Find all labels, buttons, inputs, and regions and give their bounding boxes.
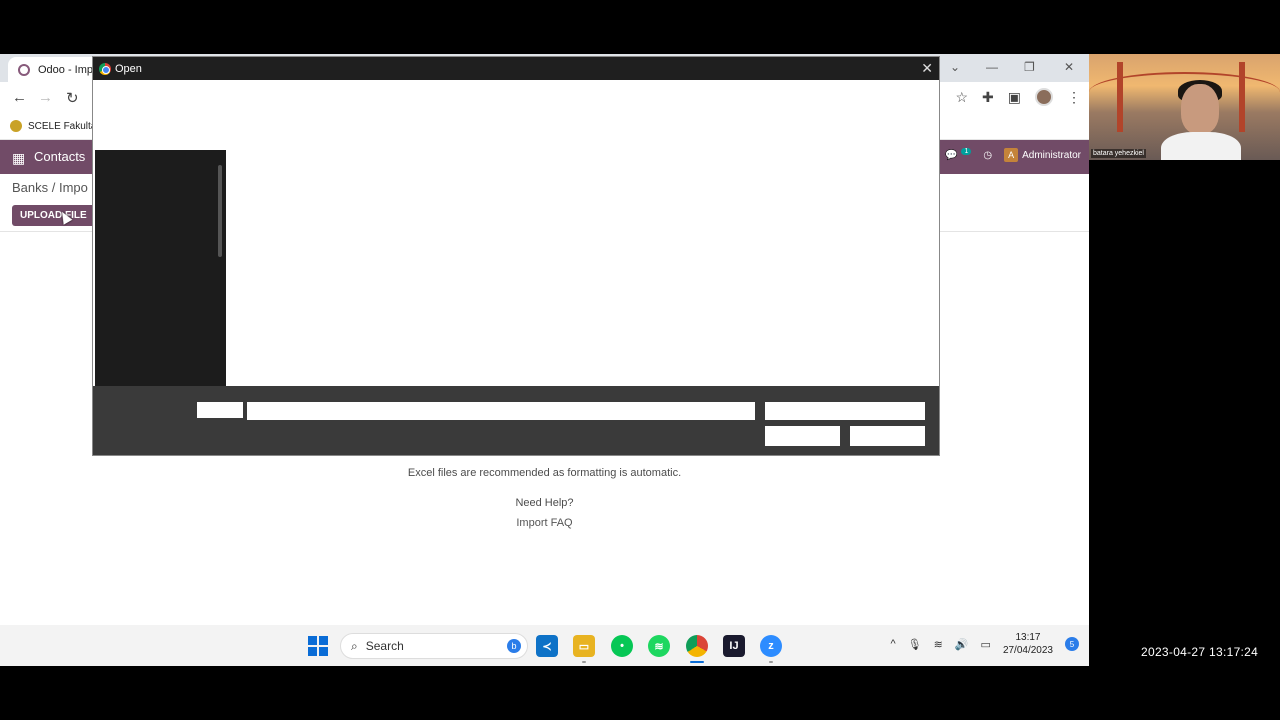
- breadcrumb: Banks / Impo: [12, 180, 88, 195]
- file-name-input[interactable]: [247, 402, 755, 420]
- start-button[interactable]: [307, 635, 329, 657]
- chrome-icon: [99, 62, 111, 75]
- chat-badge: 1: [961, 147, 972, 155]
- wifi-icon[interactable]: ≋: [934, 638, 943, 651]
- need-help-text: Need Help?: [515, 497, 574, 509]
- search-icon: ⌕: [351, 638, 358, 653]
- extensions-icon[interactable]: ✚: [982, 89, 994, 106]
- zoom-icon[interactable]: z: [760, 635, 782, 657]
- volume-icon[interactable]: 🔊: [955, 638, 969, 651]
- navbar-right: 💬 1 ◷ A Administrator: [945, 147, 1081, 162]
- profile-avatar[interactable]: [1035, 88, 1053, 106]
- windows-taskbar: ⌕ Search b ≺ ▭ • ≋ IJ z ^ 🎙 ≋ 🔊 ▭ 13:17 …: [0, 625, 1089, 666]
- side-panel-icon[interactable]: ▣: [1008, 89, 1021, 106]
- dialog-footer: [93, 386, 939, 455]
- minimize-icon[interactable]: —: [986, 60, 998, 74]
- clock-date: 27/04/2023: [1002, 645, 1053, 656]
- forward-arrow-icon[interactable]: →: [38, 89, 53, 106]
- reload-icon[interactable]: ↻: [66, 89, 79, 107]
- vscode-icon[interactable]: ≺: [536, 635, 558, 657]
- windows-logo-icon: [308, 636, 328, 656]
- bing-icon[interactable]: b: [507, 639, 521, 653]
- open-file-dialog: Open ✕: [92, 56, 940, 456]
- spotify-icon[interactable]: ≋: [648, 635, 670, 657]
- file-type-select[interactable]: [765, 402, 925, 420]
- cancel-button[interactable]: [850, 426, 925, 446]
- system-tray: ^ 🎙 ≋ 🔊 ▭ 13:17 27/04/2023 5: [890, 631, 1079, 657]
- chevron-up-icon[interactable]: ^: [890, 638, 895, 650]
- upload-file-button[interactable]: UPLOAD FILE: [12, 205, 95, 226]
- restore-icon[interactable]: ❐: [1024, 60, 1035, 74]
- file-explorer-icon[interactable]: ▭: [573, 635, 595, 657]
- apps-grid-icon[interactable]: ▦: [12, 150, 25, 167]
- app-name[interactable]: Contacts: [34, 149, 85, 164]
- file-name-label-box: [197, 402, 243, 418]
- close-window-icon[interactable]: ✕: [1064, 60, 1074, 74]
- user-name: Administrator: [1022, 149, 1081, 161]
- odoo-favicon-icon: [18, 63, 30, 76]
- clock-time: 13:17: [1015, 632, 1041, 643]
- webcam-video: batara yehezkiel: [1089, 54, 1280, 160]
- bookmark-scele[interactable]: SCELE Fakulta: [10, 120, 96, 132]
- battery-icon[interactable]: ▭: [981, 638, 991, 651]
- import-faq-link[interactable]: Import FAQ: [0, 517, 1089, 529]
- close-icon[interactable]: ✕: [921, 60, 933, 77]
- scrollbar[interactable]: [218, 165, 222, 257]
- running-indicator: [582, 661, 586, 663]
- scele-icon: [10, 120, 22, 132]
- intellij-icon[interactable]: IJ: [723, 635, 745, 657]
- user-menu[interactable]: A Administrator: [1004, 148, 1081, 162]
- chevron-down-icon[interactable]: ⌄: [950, 60, 960, 74]
- dialog-titlebar: Open ✕: [93, 57, 939, 80]
- running-indicator: [769, 661, 773, 663]
- kebab-menu-icon[interactable]: ⋮: [1067, 89, 1081, 106]
- screen: Odoo - Impo ⌄ — ❐ ✕ ← → ↻ ☆ ✚ ▣ ⋮ SCELE …: [0, 0, 1280, 720]
- active-indicator: [690, 661, 704, 663]
- navigation-pane[interactable]: [95, 150, 226, 386]
- excel-hint-text: Excel files are recommended as formattin…: [407, 467, 682, 479]
- notification-badge[interactable]: 5: [1065, 637, 1079, 651]
- toolbar-icons: ☆ ✚ ▣ ⋮: [955, 88, 1081, 106]
- taskbar-clock[interactable]: 13:17 27/04/2023: [1003, 631, 1053, 657]
- user-avatar: A: [1004, 148, 1019, 162]
- dialog-title: Open: [115, 62, 142, 75]
- taskbar-search[interactable]: ⌕ Search b: [340, 633, 528, 659]
- clock-activity-icon[interactable]: ◷: [983, 150, 992, 161]
- bookmark-label: SCELE Fakulta: [28, 120, 97, 132]
- participant-body: [1161, 132, 1241, 160]
- microphone-icon[interactable]: 🎙: [908, 638, 922, 651]
- participant-name: batara yehezkiel: [1091, 149, 1146, 158]
- back-arrow-icon[interactable]: ←: [12, 89, 27, 106]
- open-button[interactable]: [765, 426, 840, 446]
- chrome-taskbar-icon[interactable]: [686, 635, 708, 657]
- recording-timestamp: 2023-04-27 13:17:24: [1141, 645, 1259, 659]
- star-icon[interactable]: ☆: [955, 89, 968, 106]
- chat-icon[interactable]: 💬: [945, 150, 957, 161]
- participant-face: [1181, 84, 1219, 134]
- tab-title: Odoo - Impo: [38, 63, 100, 76]
- search-label: Search: [365, 639, 404, 653]
- line-app-icon[interactable]: •: [611, 635, 633, 657]
